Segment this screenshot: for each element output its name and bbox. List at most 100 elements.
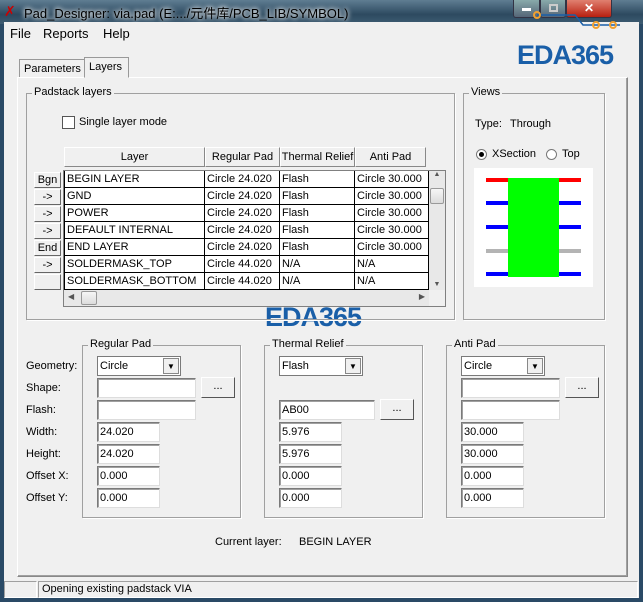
- regular-pad-width-input[interactable]: 24.020: [97, 422, 160, 442]
- thermal-relief-offset-y-input[interactable]: 0.000: [279, 488, 342, 508]
- group-label: Views: [469, 86, 503, 98]
- anti-pad-height-input[interactable]: 30.000: [461, 444, 524, 464]
- tab-parameters[interactable]: Parameters: [19, 59, 86, 77]
- table-row[interactable]: BEGIN LAYER Circle 24.020 Flash Circle 30.0…: [64, 171, 429, 188]
- row-select-button[interactable]: ->: [34, 206, 61, 222]
- single-layer-mode-checkbox[interactable]: [62, 116, 75, 129]
- table-row[interactable]: SOLDERMASK_BOTTOM Circle 44.020 N/A N/A: [64, 273, 429, 290]
- cell-regular: Circle 44.020: [205, 256, 280, 273]
- cell-thermal: Flash: [280, 188, 355, 205]
- row-select-button[interactable]: ->: [34, 189, 61, 205]
- status-pane: [4, 581, 37, 598]
- anti-pad-shape-browse-button[interactable]: ...: [565, 377, 599, 398]
- cell-regular: Circle 24.020: [205, 171, 280, 188]
- menu-reports[interactable]: Reports: [43, 26, 89, 41]
- offset-x-label: Offset X:: [26, 470, 69, 482]
- row-select-button[interactable]: End: [34, 240, 61, 256]
- row-select-button[interactable]: [34, 274, 61, 290]
- thermal-relief-width-input[interactable]: 5.976: [279, 422, 342, 442]
- status-bar: Opening existing padstack VIA: [4, 580, 639, 598]
- cell-thermal: Flash: [280, 222, 355, 239]
- layer-bar: [559, 272, 581, 276]
- anti-pad-offset-y-input[interactable]: 0.000: [461, 488, 524, 508]
- row-select-button[interactable]: ->: [34, 257, 61, 273]
- row-select-button[interactable]: Bgn: [34, 172, 61, 188]
- thermal-relief-offset-x-input[interactable]: 0.000: [279, 466, 342, 486]
- xsection-radio[interactable]: [476, 149, 487, 160]
- thermal-relief-height-input[interactable]: 5.976: [279, 444, 342, 464]
- top-radio[interactable]: [546, 149, 557, 160]
- regular-pad-height-input[interactable]: 24.020: [97, 444, 160, 464]
- regular-pad-shape-browse-button[interactable]: ...: [201, 377, 235, 398]
- menu-help[interactable]: Help: [103, 26, 130, 41]
- table-row[interactable]: DEFAULT INTERNAL Circle 24.020 Flash Circle…: [64, 222, 429, 239]
- layer-bar: [486, 201, 508, 205]
- drill-body: [508, 178, 559, 277]
- cell-layer: GND: [64, 188, 205, 205]
- watermark-trace-icon: [533, 11, 620, 29]
- vertical-scrollbar[interactable]: ▲ ▼: [429, 171, 445, 290]
- tab-layers[interactable]: Layers: [84, 57, 129, 78]
- layer-bar: [559, 178, 581, 182]
- cell-thermal: N/A: [280, 273, 355, 290]
- scrollbar-thumb[interactable]: [81, 291, 97, 305]
- current-layer-label: Current layer:: [215, 536, 282, 548]
- regular-pad-geometry-select[interactable]: Circle ▼: [97, 356, 181, 376]
- chevron-down-icon[interactable]: ▼: [345, 358, 361, 374]
- layer-bar: [486, 225, 508, 229]
- anti-pad-shape-input[interactable]: [461, 378, 560, 398]
- selected-value: Circle: [464, 360, 493, 372]
- horizontal-scrollbar[interactable]: ◀ ▶: [64, 290, 429, 306]
- table-row[interactable]: POWER Circle 24.020 Flash Circle 30.000: [64, 205, 429, 222]
- cell-layer: SOLDERMASK_BOTTOM: [64, 273, 205, 290]
- layer-bar: [486, 272, 508, 276]
- group-label: Padstack layers: [32, 86, 114, 98]
- layer-bar: [486, 178, 508, 182]
- group-label: Anti Pad: [452, 338, 498, 350]
- cell-anti: N/A: [355, 273, 429, 290]
- thermal-relief-flash-browse-button[interactable]: ...: [380, 399, 414, 420]
- selected-value: Circle: [100, 360, 129, 372]
- cell-anti: Circle 30.000: [355, 222, 429, 239]
- regular-pad-flash-input[interactable]: [97, 400, 196, 420]
- chevron-down-icon[interactable]: ▼: [527, 358, 543, 374]
- layer-bar: [559, 249, 581, 253]
- column-header-regular-pad[interactable]: Regular Pad: [205, 147, 280, 167]
- cell-anti: N/A: [355, 256, 429, 273]
- selected-value: Flash: [282, 360, 309, 372]
- regular-pad-offset-y-input[interactable]: 0.000: [97, 488, 160, 508]
- cell-regular: Circle 44.020: [205, 273, 280, 290]
- cell-anti: Circle 30.000: [355, 171, 429, 188]
- table-row[interactable]: END LAYER Circle 24.020 Flash Circle 30.000: [64, 239, 429, 256]
- regular-pad-offset-x-input[interactable]: 0.000: [97, 466, 160, 486]
- column-header-layer[interactable]: Layer: [64, 147, 205, 167]
- layer-bar: [559, 201, 581, 205]
- regular-pad-shape-input[interactable]: [97, 378, 196, 398]
- cell-layer: POWER: [64, 205, 205, 222]
- status-message: Opening existing padstack VIA: [38, 581, 638, 598]
- table-row[interactable]: SOLDERMASK_TOP Circle 44.020 N/A N/A: [64, 256, 429, 273]
- type-label: Type:: [475, 118, 502, 130]
- cell-regular: Circle 24.020: [205, 239, 280, 256]
- current-layer-value: BEGIN LAYER: [299, 536, 372, 548]
- column-header-thermal-relief[interactable]: Thermal Relief: [280, 147, 355, 167]
- xsection-label: XSection: [492, 148, 537, 160]
- scrollbar-thumb[interactable]: [430, 188, 444, 204]
- anti-pad-geometry-select[interactable]: Circle ▼: [461, 356, 545, 376]
- menu-file[interactable]: File: [10, 26, 31, 41]
- anti-pad-flash-input[interactable]: [461, 400, 560, 420]
- anti-pad-offset-x-input[interactable]: 0.000: [461, 466, 524, 486]
- chevron-down-icon[interactable]: ▼: [163, 358, 179, 374]
- layer-bar: [559, 225, 581, 229]
- column-header-anti-pad[interactable]: Anti Pad: [355, 147, 426, 167]
- row-select-button[interactable]: ->: [34, 223, 61, 239]
- thermal-relief-flash-input[interactable]: AB00: [279, 400, 375, 420]
- group-label: Thermal Relief: [270, 338, 346, 350]
- width-label: Width:: [26, 426, 58, 438]
- shape-label: Shape:: [26, 382, 61, 394]
- cell-anti: Circle 30.000: [355, 205, 429, 222]
- cell-thermal: Flash: [280, 239, 355, 256]
- thermal-relief-geometry-select[interactable]: Flash ▼: [279, 356, 363, 376]
- table-row[interactable]: GND Circle 24.020 Flash Circle 30.000: [64, 188, 429, 205]
- anti-pad-width-input[interactable]: 30.000: [461, 422, 524, 442]
